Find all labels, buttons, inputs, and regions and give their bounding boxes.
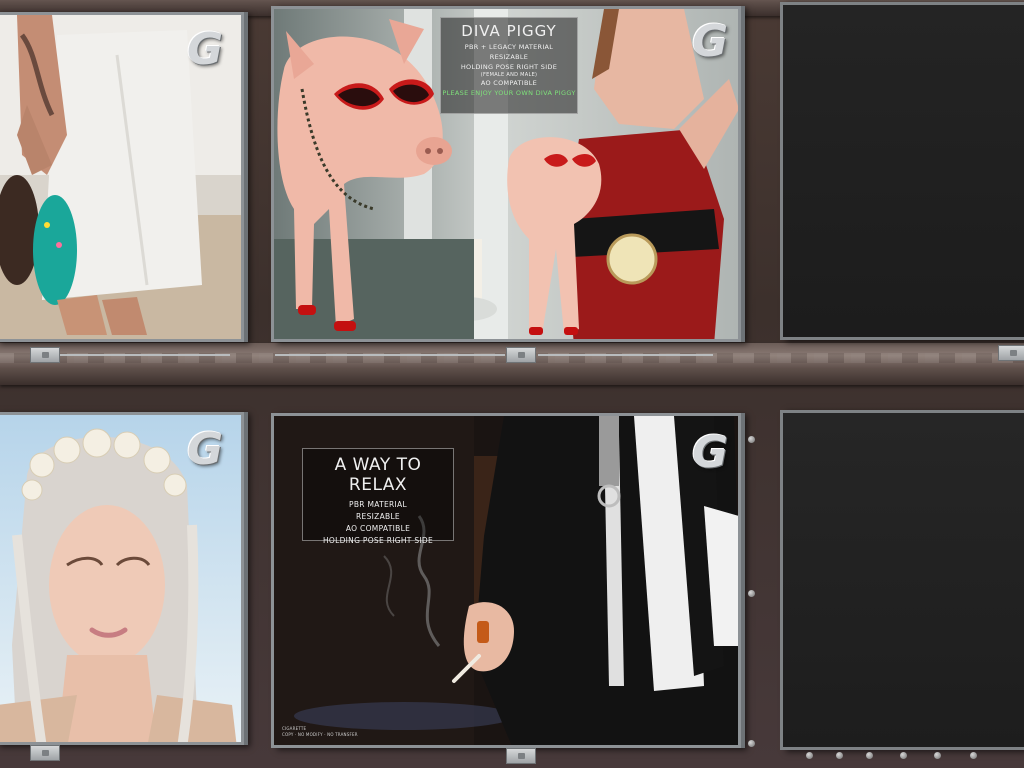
bolt — [934, 752, 941, 759]
vendor-panel-empty-bottom[interactable] — [780, 410, 1024, 750]
bolt — [836, 752, 843, 759]
panel-rod — [60, 354, 230, 356]
panel-bracket — [998, 345, 1024, 361]
bolt — [866, 752, 873, 759]
panel-bracket — [506, 748, 536, 764]
panel-bracket — [30, 347, 60, 363]
bolt — [748, 436, 755, 443]
vendor-panel-shorts[interactable]: G — [0, 12, 244, 342]
feature-line: RESIZABLE — [489, 53, 529, 61]
panel-bracket — [506, 347, 536, 363]
panel-rod — [538, 354, 713, 356]
feature-line: HOLDING POSE RIGHT SIDE — [460, 63, 558, 71]
feature-line: AO COMPATIBLE — [345, 524, 411, 533]
empty-panel-surface — [783, 5, 1024, 337]
vendor-panel-flower-crown[interactable]: G — [0, 412, 244, 745]
brand-logo-icon: G — [691, 16, 729, 67]
panel-rod — [275, 354, 505, 356]
brand-logo-icon: G — [186, 24, 224, 75]
vendor-panel-diva-piggy[interactable]: DIVA PIGGY PBR + LEGACY MATERIAL RESIZAB… — [271, 6, 741, 342]
brand-logo-icon: G — [186, 424, 224, 475]
bolt — [970, 752, 977, 759]
feature-line: HOLDING POSE RIGHT SIDE — [322, 536, 434, 545]
credit-line: COPY · NO MODIFY · NO TRANSFER — [282, 732, 358, 737]
credit-line: CIGARETTE — [282, 726, 307, 731]
feature-line: RESIZABLE — [356, 512, 400, 521]
panel-bracket — [30, 745, 60, 761]
product-title: DIVA PIGGY — [461, 22, 557, 40]
vendor-panel-a-way-to-relax[interactable]: A WAY TO RELAX PBR MATERIAL RESIZABLE AO… — [271, 413, 741, 748]
feature-line: PBR + LEGACY MATERIAL — [464, 43, 554, 51]
vendor-panel-empty-top[interactable] — [780, 2, 1024, 340]
product-info-box: A WAY TO RELAX PBR MATERIAL RESIZABLE AO… — [302, 448, 454, 545]
product-title: A WAY TO RELAX — [334, 455, 422, 495]
empty-panel-surface — [783, 413, 1024, 747]
feature-highlight: PLEASE ENJOY YOUR OWN DIVA PIGGY — [442, 89, 576, 97]
bolt — [748, 740, 755, 747]
brand-logo-icon: G — [691, 427, 729, 478]
product-info-box: DIVA PIGGY PBR + LEGACY MATERIAL RESIZAB… — [440, 17, 578, 114]
feature-line: PBR MATERIAL — [349, 500, 407, 509]
bolt — [900, 752, 907, 759]
bolt — [806, 752, 813, 759]
bolt — [748, 590, 755, 597]
feature-line: AO COMPATIBLE — [480, 79, 538, 87]
